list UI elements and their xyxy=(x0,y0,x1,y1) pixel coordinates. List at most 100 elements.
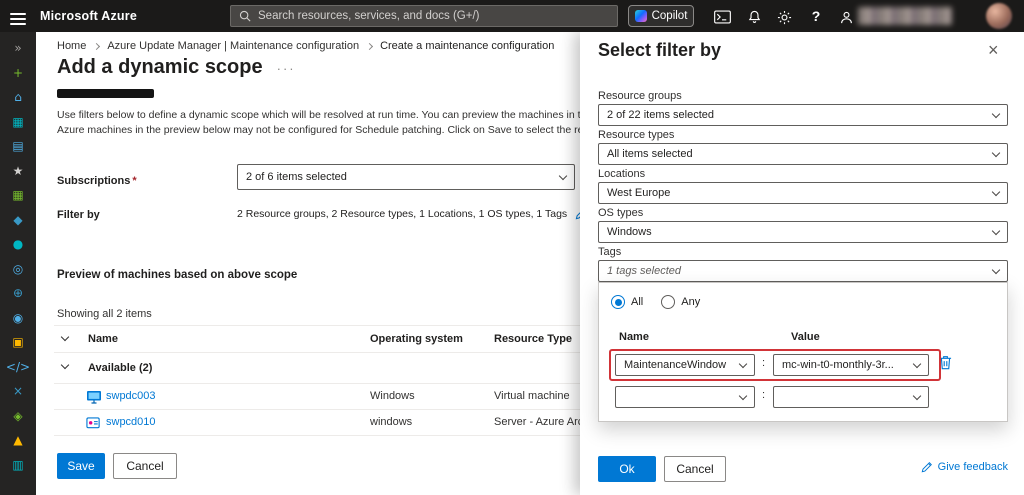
resource-types-dropdown[interactable]: All items selected xyxy=(598,143,1008,165)
settings-icon[interactable] xyxy=(774,8,794,26)
menu-icon[interactable] xyxy=(10,10,26,28)
breadcrumb-update-manager[interactable]: Azure Update Manager | Maintenance confi… xyxy=(107,40,359,52)
home-icon[interactable]: ⌂ xyxy=(0,85,36,110)
copilot-label: Copilot xyxy=(651,10,688,22)
filter-by-summary: 2 Resource groups, 2 Resource types, 1 L… xyxy=(237,207,568,220)
storage-icon[interactable]: ◆ xyxy=(0,208,36,233)
advisor-icon[interactable]: ▲ xyxy=(0,428,36,453)
breadcrumb: Home Azure Update Manager | Maintenance … xyxy=(57,40,554,52)
tag-value-dropdown-empty[interactable] xyxy=(773,386,929,408)
page-title: Add a dynamic scope xyxy=(57,56,263,78)
breadcrumb-home[interactable]: Home xyxy=(57,40,86,52)
global-search-input[interactable]: Search resources, services, and docs (G+… xyxy=(230,5,618,27)
tag-name-dropdown-empty[interactable] xyxy=(615,386,755,408)
locations-label: Locations xyxy=(598,168,646,180)
account-info-redacted xyxy=(858,7,952,25)
os-types-dropdown[interactable]: Windows xyxy=(598,221,1008,243)
notifications-icon[interactable] xyxy=(744,8,764,26)
resource-groups-label: Resource groups xyxy=(598,90,682,102)
tag-name-dropdown[interactable]: MaintenanceWindow xyxy=(615,354,755,376)
machine-os: windows xyxy=(370,416,413,428)
radio-all[interactable]: All xyxy=(611,295,643,309)
column-name[interactable]: Name xyxy=(88,333,118,345)
close-icon[interactable]: × xyxy=(988,41,999,59)
virtual-machine-icon xyxy=(87,391,101,404)
chevron-down-icon xyxy=(991,187,1001,196)
column-resource-type[interactable]: Resource Type xyxy=(494,333,572,345)
avatar[interactable] xyxy=(986,3,1012,29)
filter-by-summary-row: 2 Resource groups, 2 Resource types, 1 L… xyxy=(237,207,588,220)
locations-dropdown[interactable]: West Europe xyxy=(598,182,1008,204)
save-button[interactable]: Save xyxy=(57,453,105,479)
machine-os: Windows xyxy=(370,390,415,402)
tags-dropdown[interactable]: 1 tags selected xyxy=(598,260,1008,282)
machine-link[interactable]: swpdc003 xyxy=(106,390,156,402)
title-ellipsis[interactable]: ··· xyxy=(277,61,296,76)
copilot-icon xyxy=(634,10,647,22)
trash-icon xyxy=(939,356,952,370)
resource-types-label: Resource types xyxy=(598,129,675,141)
monitor-icon[interactable]: ● xyxy=(0,232,36,257)
arc-server-icon xyxy=(86,417,100,429)
required-asterisk: * xyxy=(132,175,137,187)
availability-icon[interactable]: ◎ xyxy=(0,257,36,282)
users-icon[interactable]: ◉ xyxy=(0,306,36,331)
tags-label: Tags xyxy=(598,246,622,258)
subscriptions-label: Subscriptions * xyxy=(57,175,137,187)
help-icon[interactable]: ? xyxy=(806,7,826,25)
resource-groups-dropdown[interactable]: 2 of 22 items selected xyxy=(598,104,1008,126)
favorites-icon[interactable]: ★ xyxy=(0,159,36,184)
preview-heading: Preview of machines based on above scope xyxy=(57,269,298,281)
collapse-group-icon[interactable] xyxy=(60,360,70,370)
topbar: Microsoft Azure Search resources, servic… xyxy=(0,0,1024,32)
machine-link[interactable]: swpcd010 xyxy=(106,416,156,428)
resource-groups-icon[interactable]: ▦ xyxy=(0,183,36,208)
create-resource-icon[interactable]: + xyxy=(0,61,36,86)
column-os[interactable]: Operating system xyxy=(370,333,463,345)
tag-name-value: MaintenanceWindow xyxy=(624,359,727,371)
resource-types-value: All items selected xyxy=(607,148,693,160)
cloud-shell-icon[interactable] xyxy=(712,8,732,26)
colon-separator: : xyxy=(762,357,766,369)
os-types-value: Windows xyxy=(607,226,652,238)
dashboard-icon[interactable]: ▦ xyxy=(0,110,36,135)
radio-any-label: Any xyxy=(681,296,701,308)
redacted-text xyxy=(57,89,154,98)
radio-unselected-icon xyxy=(661,295,676,309)
group-label: Available (2) xyxy=(88,362,153,374)
showing-count: Showing all 2 items xyxy=(57,308,152,320)
tag-value-dropdown[interactable]: mc-win-t0-monthly-3r... xyxy=(773,354,929,376)
os-types-label: OS types xyxy=(598,207,644,219)
cancel-button[interactable]: Cancel xyxy=(113,453,177,479)
breadcrumb-separator-icon xyxy=(93,42,101,50)
close-tools-icon[interactable]: × xyxy=(0,379,36,404)
brand[interactable]: Microsoft Azure xyxy=(40,9,137,23)
resource-groups-value: 2 of 22 items selected xyxy=(607,109,715,121)
tag-value-header: Value xyxy=(791,331,820,343)
all-services-icon[interactable]: ▤ xyxy=(0,134,36,159)
chevron-down-icon xyxy=(738,359,748,368)
feedback-icon[interactable] xyxy=(836,8,856,26)
subscriptions-dropdown[interactable]: 2 of 6 items selected xyxy=(237,164,575,190)
security-icon[interactable]: ▣ xyxy=(0,330,36,355)
collapse-icon[interactable]: » xyxy=(0,36,36,61)
delete-tag-button[interactable] xyxy=(939,355,952,375)
breadcrumb-current: Create a maintenance configuration xyxy=(380,40,555,52)
copilot-button[interactable]: Copilot xyxy=(628,5,694,27)
code-icon[interactable]: </> xyxy=(0,355,36,380)
radio-any[interactable]: Any xyxy=(661,295,700,309)
network-icon[interactable]: ⊕ xyxy=(0,281,36,306)
screen-icon[interactable]: ▥ xyxy=(0,453,36,478)
chevron-down-icon xyxy=(991,265,1001,274)
tag-value-value: mc-win-t0-monthly-3r... xyxy=(782,359,894,371)
chevron-down-icon xyxy=(738,391,748,400)
locations-value: West Europe xyxy=(607,187,671,199)
panel-cancel-button[interactable]: Cancel xyxy=(664,456,726,482)
expand-all-icon[interactable] xyxy=(60,332,70,342)
give-feedback-link[interactable]: Give feedback xyxy=(921,461,1008,473)
search-icon xyxy=(239,10,251,22)
ok-button[interactable]: Ok xyxy=(598,456,656,482)
sidebar: » + ⌂ ▦ ▤ ★ ▦ ◆ ● ◎ ⊕ ◉ ▣ </> × ◈ ▲ ▥ xyxy=(0,32,36,495)
labs-icon[interactable]: ◈ xyxy=(0,404,36,429)
give-feedback-label: Give feedback xyxy=(937,461,1008,473)
